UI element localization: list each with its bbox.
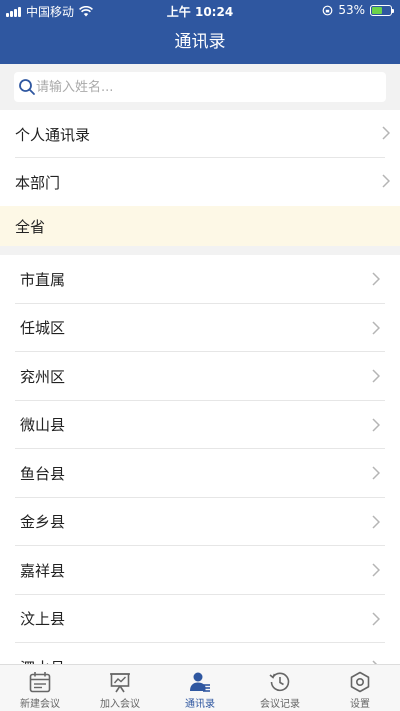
region-item[interactable]: 嘉祥县: [0, 546, 400, 595]
nav-bar: 通讯录: [0, 20, 400, 64]
region-item[interactable]: 鱼台县: [0, 449, 400, 498]
chevron-right-icon: [372, 272, 380, 286]
region-label: 任城区: [20, 319, 66, 338]
tab-bar: 新建会议 加入会议 通讯录 会议记录 设置: [0, 664, 400, 711]
tab-new-meeting[interactable]: 新建会议: [0, 665, 80, 711]
top-menu: 个人通讯录 本部门 全省: [0, 110, 400, 246]
search-box[interactable]: [14, 72, 386, 102]
chevron-right-icon: [372, 369, 380, 383]
region-label: 金乡县: [20, 513, 66, 532]
presentation-icon: [110, 673, 130, 693]
history-icon: [269, 672, 290, 692]
status-right: 53%: [322, 3, 394, 17]
region-label: 市直属: [20, 270, 66, 289]
tab-new-meeting-label: 新建会议: [20, 699, 60, 710]
tab-contacts[interactable]: 通讯录: [160, 665, 240, 711]
chevron-right-icon: [372, 611, 380, 626]
tab-join-meeting-label: 加入会议: [100, 699, 140, 710]
search-area: [0, 64, 400, 110]
chevron-right-icon: [372, 320, 380, 335]
tab-meeting-records[interactable]: 会议记录: [240, 665, 320, 711]
search-input[interactable]: [36, 73, 386, 101]
region-item[interactable]: 微山县: [0, 401, 400, 450]
chevron-right-icon: [372, 466, 380, 480]
region-item[interactable]: 兖州区: [0, 352, 400, 401]
personal-contacts-label: 个人通讯录: [15, 125, 91, 144]
region-item[interactable]: 市直属: [0, 255, 400, 304]
region-label: 鱼台县: [20, 464, 66, 483]
region-item[interactable]: 金乡县: [0, 498, 400, 547]
department-label: 本部门: [15, 173, 61, 192]
tab-meeting-records-label: 会议记录: [260, 699, 300, 710]
region-item[interactable]: 泗水县: [0, 643, 400, 664]
personal-contacts-item[interactable]: 个人通讯录: [0, 110, 400, 158]
settings-icon: [350, 671, 370, 693]
battery-percent: 53%: [338, 3, 365, 17]
contacts-icon: [190, 672, 210, 692]
chevron-right-icon: [372, 417, 380, 432]
page-title: 通讯录: [174, 32, 226, 52]
rotation-lock-icon: [322, 5, 333, 15]
region-list: 市直属任城区兖州区微山县鱼台县金乡县嘉祥县汶上县泗水县: [0, 255, 400, 664]
region-label: 汶上县: [20, 610, 66, 629]
chevron-right-icon: [382, 126, 390, 140]
battery-icon: [370, 4, 394, 16]
region-label: 微山县: [20, 416, 66, 435]
province-label: 全省: [15, 217, 46, 236]
tab-join-meeting[interactable]: 加入会议: [80, 665, 160, 711]
region-label: 兖州区: [20, 367, 66, 386]
region-label: 泗水县: [0, 657, 65, 664]
tab-settings-label: 设置: [350, 699, 370, 710]
battery-fill: [372, 6, 382, 14]
department-item[interactable]: 本部门: [0, 158, 400, 206]
search-icon: [19, 79, 35, 95]
province-header[interactable]: 全省: [0, 206, 400, 246]
chevron-right-icon: [372, 514, 380, 529]
tab-contacts-label: 通讯录: [185, 699, 215, 710]
tab-settings[interactable]: 设置: [320, 665, 400, 711]
status-bar: 中国移动 上午 10:24 53%: [0, 0, 400, 20]
calendar-icon: [29, 672, 51, 693]
region-item[interactable]: 任城区: [0, 304, 400, 353]
chevron-right-icon: [382, 174, 390, 188]
chevron-right-icon: [372, 563, 380, 577]
region-label: 嘉祥县: [20, 561, 66, 580]
region-item[interactable]: 汶上县: [0, 595, 400, 644]
